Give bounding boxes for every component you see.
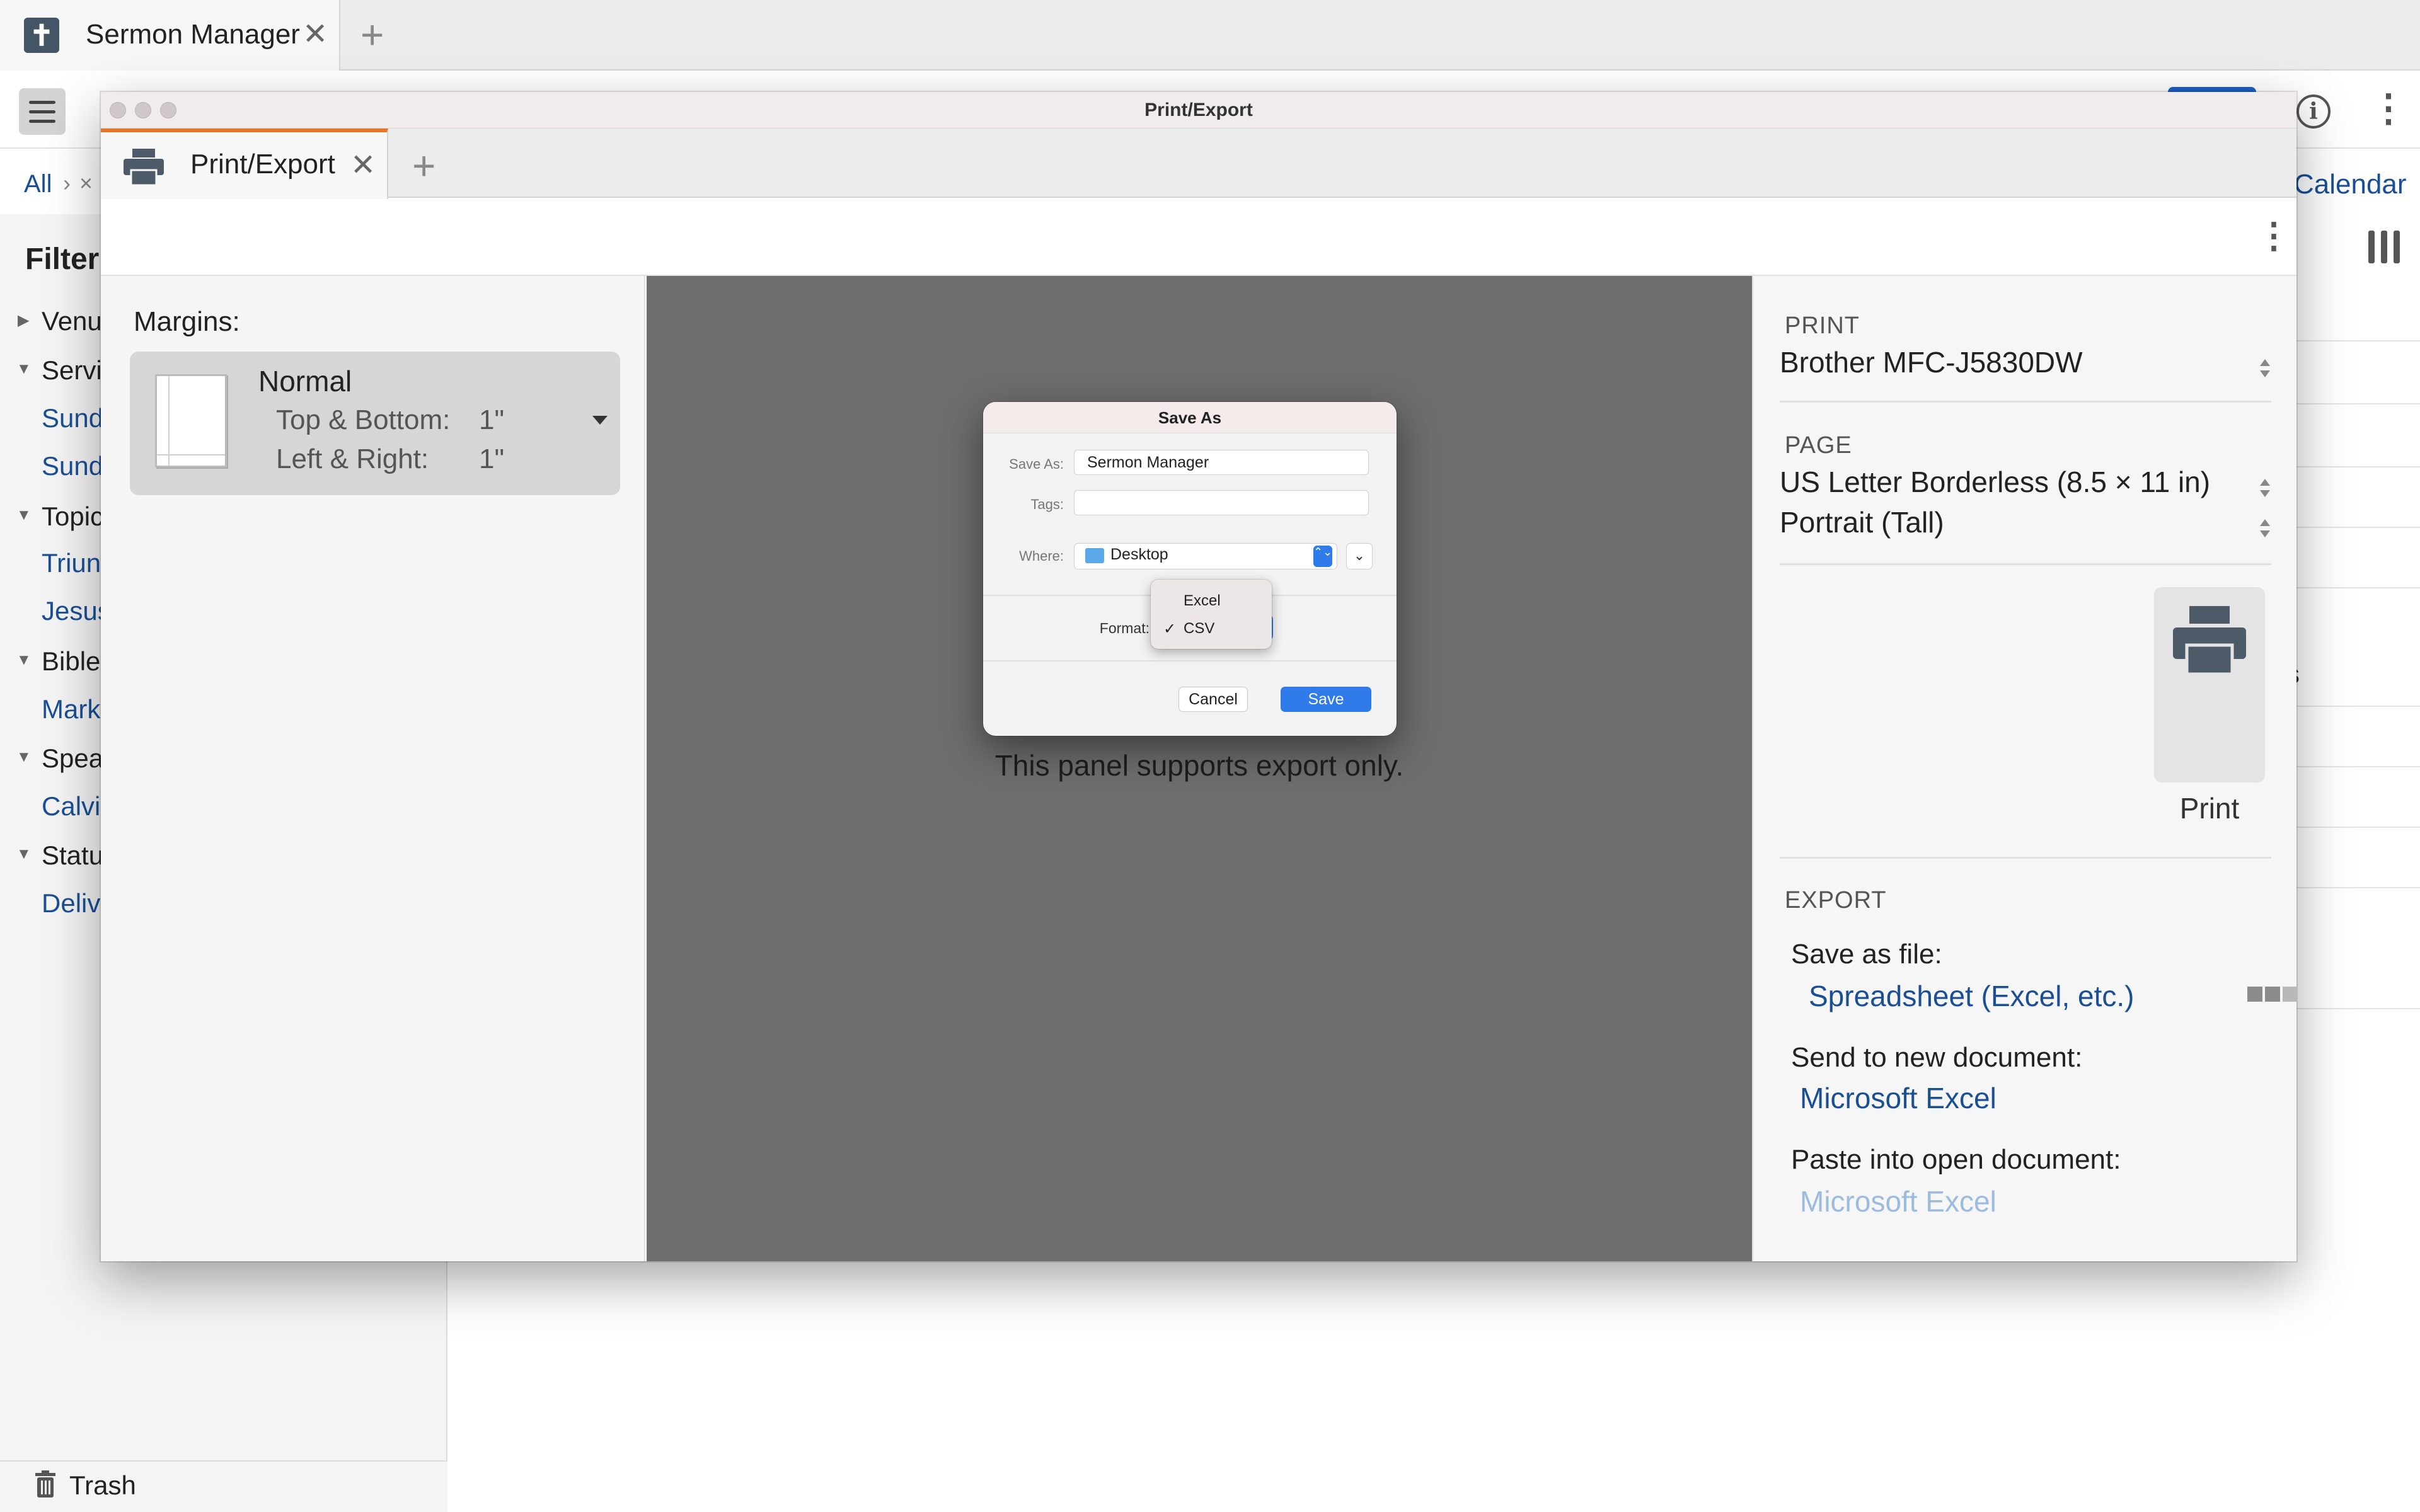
send-to-excel-link[interactable]: Microsoft Excel [1800, 1081, 1997, 1115]
tab-close-icon[interactable]: ✕ [350, 147, 376, 183]
sidebar-section-topic[interactable]: Topic [42, 501, 103, 532]
export-section-heading: EXPORT [1785, 887, 1887, 914]
app-tab-title: Sermon Manager [86, 19, 300, 50]
sidebar-section-speaker[interactable]: Spea [42, 743, 103, 774]
paper-size-stepper-icon[interactable] [2257, 476, 2273, 501]
sidebar-item-speaker-1[interactable]: Calvi [42, 791, 100, 822]
save-as-filename-input[interactable]: Sermon Manager [1074, 450, 1369, 475]
paste-into-excel-link: Microsoft Excel [1800, 1185, 1997, 1218]
tags-input[interactable] [1074, 490, 1369, 515]
format-option-excel[interactable]: Excel [1184, 592, 1221, 610]
paste-into-open-document-label: Paste into open document: [1791, 1144, 2121, 1175]
save-as-file-label: Save as file: [1791, 939, 1942, 970]
sidebar-item-service-1[interactable]: Sund [42, 403, 103, 433]
format-label: Format: [1099, 620, 1150, 636]
cancel-button[interactable]: Cancel [1178, 687, 1248, 712]
format-dropdown-menu [1151, 580, 1272, 649]
progress-square [2265, 987, 2280, 1002]
checkmark-icon: ✓ [1163, 621, 1177, 638]
progress-square [2283, 987, 2296, 1002]
columns-icon[interactable] [2368, 231, 2404, 263]
tab-title: Print/Export [190, 149, 335, 180]
sidebar-item-topic-1[interactable]: Triun [42, 548, 101, 578]
save-as-title: Save As [1158, 408, 1222, 427]
sidebar-section-venue[interactable]: Venu [42, 306, 102, 336]
trash-row[interactable] [0, 1460, 447, 1512]
calendar-link[interactable]: Calendar [2294, 169, 2407, 200]
sidebar-item-bible-1[interactable]: Mark [42, 694, 100, 724]
hamburger-menu-icon[interactable] [19, 88, 66, 135]
breadcrumb-all[interactable]: All [24, 170, 52, 198]
page-section-heading: PAGE [1785, 432, 1852, 459]
sidebar-title: Filter [25, 243, 100, 276]
popup-arrows-icon[interactable]: ⌃⌄ [1313, 546, 1332, 567]
progress-square [2247, 987, 2262, 1002]
export-progress-indicator [2247, 987, 2296, 1002]
disclosure-expanded-icon[interactable]: ▼ [16, 748, 32, 766]
orientation-select[interactable]: Portrait (Tall) [1780, 505, 1944, 539]
save-button[interactable]: Save [1281, 687, 1371, 712]
disclosure-expanded-icon[interactable]: ▼ [16, 651, 32, 669]
new-tab-icon[interactable]: + [412, 142, 435, 189]
disclosure-expanded-icon[interactable]: ▼ [16, 845, 32, 863]
send-to-new-document-label: Send to new document: [1791, 1042, 2083, 1073]
app-tab-close-icon[interactable]: ✕ [302, 16, 328, 52]
paper-size-select[interactable]: US Letter Borderless (8.5 × 11 in) [1780, 465, 2210, 499]
print-button-label: Print [2179, 792, 2240, 825]
where-location-value: Desktop [1110, 546, 1168, 563]
margins-preset-name: Normal [258, 365, 352, 398]
divider [1780, 563, 2271, 565]
divider [1780, 401, 2271, 403]
app-logo-icon: ✝ [24, 18, 59, 53]
spreadsheet-export-link[interactable]: Spreadsheet (Excel, etc.) [1809, 979, 2134, 1013]
folder-icon [1085, 548, 1104, 563]
sidebar-item-service-2[interactable]: Sund [42, 451, 103, 481]
dropdown-caret-icon[interactable] [592, 416, 608, 425]
more-options-icon[interactable]: ⋮ [2256, 218, 2291, 253]
top-bottom-label: Top & Bottom: [276, 404, 451, 435]
preview-message: This panel supports export only. [994, 749, 1404, 782]
disclosure-expanded-icon[interactable]: ▼ [16, 507, 32, 524]
info-icon[interactable]: i [2296, 94, 2331, 129]
printer-icon [2173, 606, 2246, 675]
print-section-heading: PRINT [1785, 312, 1860, 339]
trash-icon [35, 1470, 55, 1498]
tags-label: Tags: [1030, 496, 1064, 512]
breadcrumb-clear-icon[interactable]: × [79, 170, 93, 197]
printer-icon [124, 149, 164, 185]
disclosure-collapsed-icon[interactable]: ▶ [18, 311, 29, 329]
printer-stepper-icon[interactable] [2257, 357, 2273, 382]
left-right-value: 1" [479, 444, 505, 474]
left-right-label: Left & Right: [276, 444, 429, 474]
sidebar-section-bible[interactable]: Bible [42, 646, 100, 677]
divider [983, 660, 1397, 662]
sidebar-item-status-1[interactable]: Deliv [42, 888, 100, 919]
sidebar-section-service[interactable]: Servi [42, 355, 102, 386]
printer-select[interactable]: Brother MFC-J5830DW [1780, 345, 2083, 379]
window-title: Print/Export [1144, 100, 1253, 120]
sidebar-section-status[interactable]: Statu [42, 840, 103, 871]
top-bottom-value: 1" [479, 404, 505, 435]
trash-label: Trash [69, 1470, 136, 1500]
breadcrumb-separator: › [63, 170, 71, 196]
panel-toolbar [101, 199, 2296, 276]
page-thumbnail-icon [155, 374, 227, 467]
more-options-icon[interactable]: ⋮ [2370, 89, 2407, 127]
disclosure-expanded-icon[interactable]: ▼ [16, 360, 32, 378]
margins-label: Margins: [134, 306, 240, 337]
divider [1780, 857, 2271, 859]
expand-dialog-button[interactable]: ⌄ [1346, 543, 1373, 570]
save-as-label: Save As: [1009, 456, 1064, 472]
where-label: Where: [1019, 548, 1064, 564]
format-option-csv[interactable]: CSV [1184, 620, 1214, 638]
app-new-tab-icon[interactable]: + [360, 11, 384, 58]
orientation-stepper-icon[interactable] [2257, 517, 2273, 542]
